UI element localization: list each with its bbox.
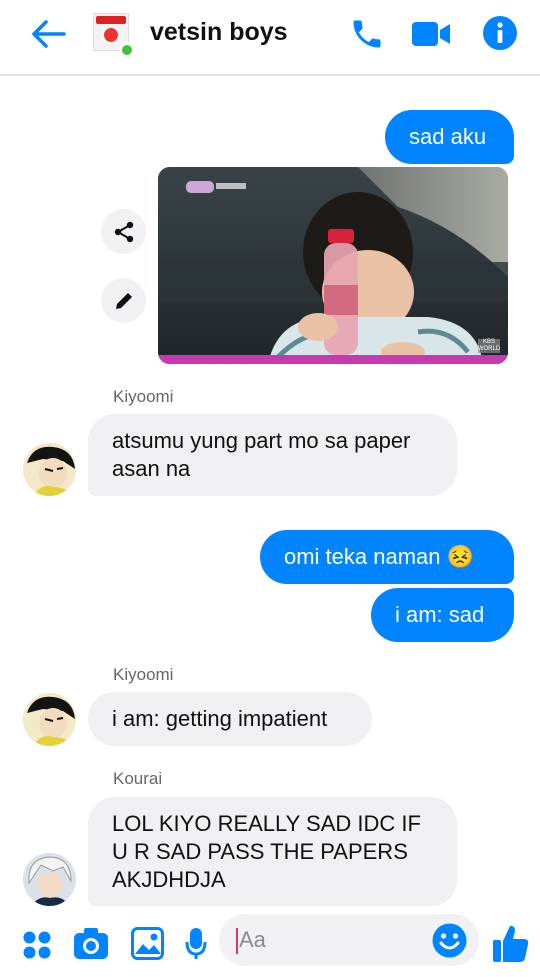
message-text: i am: sad — [395, 602, 485, 627]
incoming-message[interactable]: LOL KIYO REALLY SAD IDC IF U R SAD PASS … — [88, 797, 457, 907]
anime-avatar-icon — [23, 693, 76, 746]
outgoing-message[interactable]: omi teka naman 😣 — [260, 530, 514, 584]
outgoing-message[interactable]: sad aku — [385, 110, 514, 164]
message-text: i am: getting impatient — [112, 706, 328, 731]
avatar[interactable] — [23, 853, 76, 906]
camera-icon[interactable] — [73, 927, 109, 961]
message-input-placeholder: Aa — [239, 927, 266, 952]
message-text-line: asan na — [112, 456, 191, 481]
back-arrow-icon[interactable] — [28, 18, 68, 50]
sender-name: Kiyoomi — [113, 387, 174, 406]
message-text: sad aku — [409, 124, 487, 149]
incoming-message[interactable]: i am: getting impatient — [88, 692, 372, 746]
phone-icon[interactable] — [349, 16, 385, 52]
avatar[interactable] — [23, 693, 76, 746]
video-call-icon[interactable] — [411, 20, 451, 48]
outgoing-message[interactable]: i am: sad — [371, 588, 514, 642]
anime-avatar-icon — [23, 853, 76, 906]
info-icon[interactable] — [482, 15, 518, 51]
photo-watermark: KBS WORLD — [477, 339, 501, 352]
edit-button[interactable] — [101, 278, 146, 323]
shared-photo[interactable]: KBS WORLD — [158, 167, 508, 364]
sender-name: Kourai — [113, 769, 163, 788]
message-text-line: LOL KIYO REALLY SAD IDC IF — [112, 811, 421, 836]
message-text-line: AKJDHDJA — [112, 867, 226, 892]
microphone-icon[interactable] — [185, 927, 207, 961]
anime-avatar-icon — [23, 443, 76, 496]
photo-image — [158, 167, 508, 364]
share-button[interactable] — [101, 209, 146, 254]
conversation-header: vetsin boys — [0, 0, 540, 76]
thumbs-up-icon[interactable] — [492, 923, 530, 963]
message-text-line: U R SAD PASS THE PAPERS — [112, 839, 408, 864]
pencil-icon — [115, 292, 132, 309]
text-cursor — [236, 928, 238, 954]
incoming-message[interactable]: atsumu yung part mo sa paper asan na — [88, 414, 457, 496]
message-input[interactable]: Aa — [219, 914, 479, 966]
online-status-dot — [119, 42, 135, 58]
gallery-icon[interactable] — [131, 927, 164, 960]
emoji-icon[interactable] — [431, 922, 468, 959]
message-composer: Aa — [0, 906, 540, 977]
apps-grid-icon[interactable] — [22, 930, 52, 960]
avatar[interactable] — [23, 443, 76, 496]
message-text-line: atsumu yung part mo sa paper — [112, 428, 411, 453]
sender-name: Kiyoomi — [113, 665, 174, 684]
conversation-title[interactable]: vetsin boys — [150, 18, 288, 47]
share-icon — [114, 221, 133, 242]
message-text: omi teka naman 😣 — [284, 544, 475, 569]
